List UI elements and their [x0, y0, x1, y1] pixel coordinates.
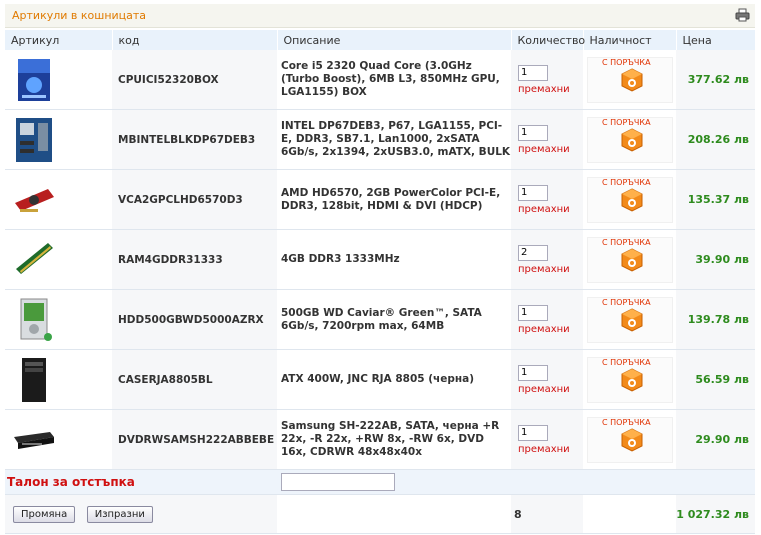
- table-row: CPUICI52320BOX Core i5 2320 Quad Core (3…: [5, 50, 755, 110]
- quantity-input[interactable]: [518, 124, 548, 141]
- graphics-card-image[interactable]: [5, 175, 112, 225]
- availability-label: С ПОРЪЧКА: [602, 357, 651, 367]
- col-header-article: Артикул: [5, 30, 113, 50]
- product-description: ATX 400W, JNC RJA 8805 (черна): [277, 349, 511, 410]
- product-description: Core i5 2320 Quad Core (3.0GHz (Turbo Bo…: [277, 50, 511, 110]
- product-price: 39.90 лв: [676, 229, 755, 290]
- box-icon: [621, 307, 643, 332]
- product-description: INTEL DP67DEB3, P67, LGA1155, PCI-E, DDR…: [277, 109, 511, 170]
- motherboard-image[interactable]: [5, 115, 112, 165]
- remove-link[interactable]: премахни: [518, 444, 583, 455]
- cart-footer-row: Промяна Изпразни 8 1 027.32 лв: [5, 494, 755, 534]
- ram-module-image[interactable]: [5, 235, 112, 285]
- quantity-input[interactable]: [518, 304, 548, 321]
- table-row: RAM4GDDR31333 4GB DDR3 1333MHz премахни …: [5, 229, 755, 290]
- availability-label: С ПОРЪЧКА: [602, 117, 651, 127]
- product-price: 208.26 лв: [676, 109, 755, 170]
- col-header-availability: Наличност: [583, 30, 677, 50]
- box-icon: [621, 247, 643, 272]
- cart-table: Артикул код Описание Количество Наличнос…: [5, 30, 756, 534]
- remove-link[interactable]: премахни: [518, 144, 583, 155]
- remove-link[interactable]: премахни: [518, 84, 583, 95]
- product-price: 139.78 лв: [676, 289, 755, 350]
- box-icon: [621, 127, 643, 152]
- cpu-box-image[interactable]: [5, 55, 112, 105]
- availability-label: С ПОРЪЧКА: [602, 297, 651, 307]
- product-price: 29.90 лв: [676, 409, 755, 470]
- pc-case-image[interactable]: [5, 355, 112, 405]
- availability-badge: С ПОРЪЧКА: [587, 236, 673, 283]
- cart-header: Артикули в кошницата: [5, 4, 755, 28]
- quantity-input[interactable]: [518, 244, 548, 261]
- quantity-input[interactable]: [518, 64, 548, 81]
- product-price: 377.62 лв: [676, 50, 755, 110]
- table-header-row: Артикул код Описание Количество Наличнос…: [5, 30, 756, 50]
- box-icon: [621, 367, 643, 392]
- hard-drive-image[interactable]: [5, 295, 112, 345]
- coupon-input[interactable]: [281, 473, 395, 491]
- product-code: HDD500GBWD5000AZRX: [112, 289, 277, 350]
- product-description: 500GB WD Caviar® Green™, SATA 6Gb/s, 720…: [277, 289, 511, 350]
- coupon-row: Талон за отстъпка: [5, 469, 755, 495]
- remove-link[interactable]: премахни: [518, 324, 583, 335]
- product-description: 4GB DDR3 1333MHz: [277, 229, 511, 290]
- table-row: VCA2GPCLHD6570D3 AMD HD6570, 2GB PowerCo…: [5, 169, 755, 230]
- product-code: VCA2GPCLHD6570D3: [112, 169, 277, 230]
- product-price: 135.37 лв: [676, 169, 755, 230]
- remove-link[interactable]: премахни: [518, 204, 583, 215]
- remove-link[interactable]: премахни: [518, 384, 583, 395]
- quantity-input[interactable]: [518, 184, 548, 201]
- product-description: Samsung SH-222AB, SATA, черна +R 22x, -R…: [277, 409, 511, 470]
- quantity-input[interactable]: [518, 364, 548, 381]
- product-code: CPUICI52320BOX: [112, 50, 277, 110]
- printer-icon[interactable]: [735, 8, 750, 22]
- availability-badge: С ПОРЪЧКА: [587, 116, 673, 163]
- product-description: AMD HD6570, 2GB PowerColor PCI-E, DDR3, …: [277, 169, 511, 230]
- product-code: RAM4GDDR31333: [112, 229, 277, 290]
- total-quantity: 8: [514, 507, 522, 521]
- coupon-label: Талон за отстъпка: [7, 475, 135, 489]
- clear-cart-button[interactable]: Изпразни: [86, 505, 153, 523]
- availability-badge: С ПОРЪЧКА: [587, 416, 673, 463]
- availability-label: С ПОРЪЧКА: [602, 237, 651, 247]
- quantity-input[interactable]: [518, 424, 548, 441]
- col-header-code: код: [112, 30, 278, 50]
- table-row: CASERJA8805BL ATX 400W, JNC RJA 8805 (че…: [5, 349, 755, 410]
- availability-badge: С ПОРЪЧКА: [587, 176, 673, 223]
- box-icon: [621, 187, 643, 212]
- availability-badge: С ПОРЪЧКА: [587, 296, 673, 343]
- remove-link[interactable]: премахни: [518, 264, 583, 275]
- table-row: HDD500GBWD5000AZRX 500GB WD Caviar® Gree…: [5, 289, 755, 350]
- update-button[interactable]: Промяна: [13, 505, 76, 523]
- product-code: DVDRWSAMSH222ABBEBE: [112, 409, 277, 470]
- availability-label: С ПОРЪЧКА: [602, 177, 651, 187]
- box-icon: [621, 67, 643, 92]
- cart-title: Артикули в кошницата: [12, 9, 147, 22]
- product-code: MBINTELBLKDP67DEB3: [112, 109, 277, 170]
- col-header-description: Описание: [277, 30, 512, 50]
- total-price: 1 027.32 лв: [676, 494, 755, 534]
- availability-badge: С ПОРЪЧКА: [587, 356, 673, 403]
- cart-page: Артикули в кошницата Артикул код Описани…: [0, 0, 761, 535]
- col-header-quantity: Количество: [511, 30, 585, 50]
- dvd-drive-image[interactable]: [5, 415, 112, 465]
- table-row: DVDRWSAMSH222ABBEBE Samsung SH-222AB, SA…: [5, 409, 755, 470]
- availability-label: С ПОРЪЧКА: [602, 417, 651, 427]
- box-icon: [621, 427, 643, 452]
- col-header-price: Цена: [676, 30, 756, 50]
- availability-label: С ПОРЪЧКА: [602, 57, 651, 67]
- product-price: 56.59 лв: [676, 349, 755, 410]
- availability-badge: С ПОРЪЧКА: [587, 56, 673, 103]
- table-row: MBINTELBLKDP67DEB3 INTEL DP67DEB3, P67, …: [5, 109, 755, 170]
- product-code: CASERJA8805BL: [112, 349, 277, 410]
